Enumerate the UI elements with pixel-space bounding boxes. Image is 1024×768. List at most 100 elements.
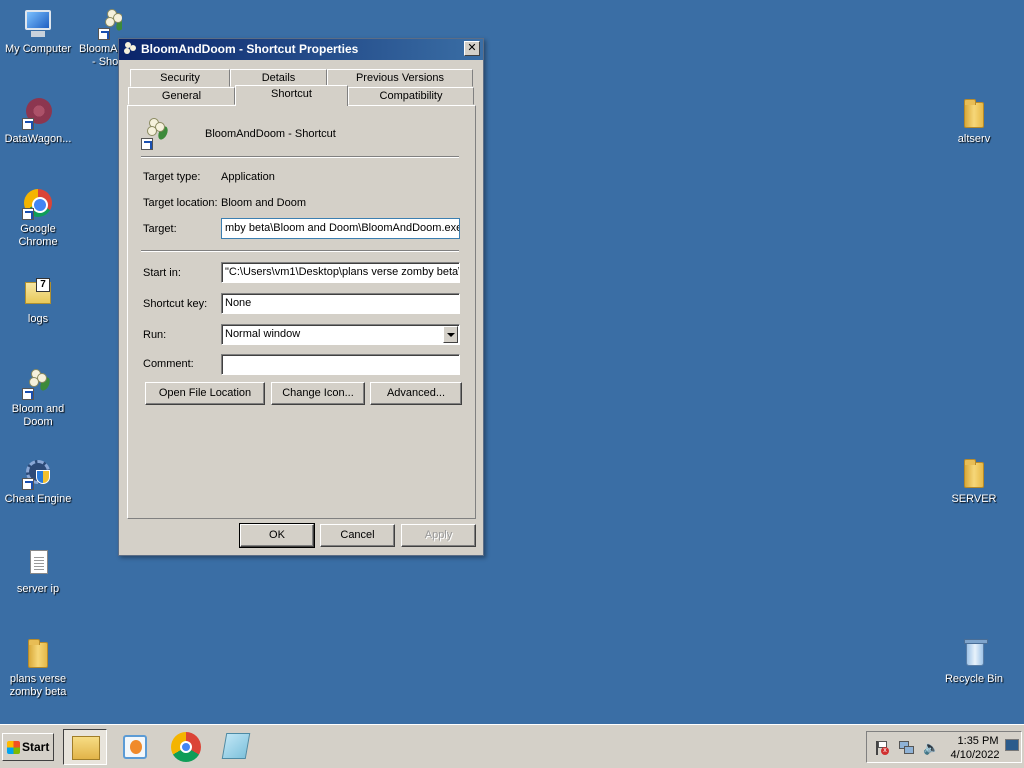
desktop-icon-label: Google Chrome (18, 223, 58, 248)
chrome-icon (22, 188, 54, 220)
desktop-icon-label: altserv (957, 133, 991, 145)
chevron-down-icon[interactable] (443, 326, 458, 343)
action-center-flag-icon[interactable]: x (875, 741, 889, 755)
flower-icon (98, 8, 122, 40)
tab-previous-versions[interactable]: Previous Versions (327, 69, 473, 87)
taskbar: Start x 🔈 1:35 PM 4/10/2022 (0, 724, 1024, 768)
folder-icon (22, 638, 54, 670)
desktop-icon-label: Recycle Bin (944, 673, 1004, 685)
desktop-icon-my-computer[interactable]: My Computer (0, 8, 76, 56)
desktop-icon-bloomandoom-shortcut[interactable]: BloomAn - Sho (78, 8, 122, 69)
start-in-input[interactable]: "C:\Users\vm1\Desktop\plans verse zomby … (221, 262, 460, 283)
target-type-label: Target type: (143, 171, 201, 183)
tab-label: Compatibility (379, 90, 443, 102)
taskbar-file-explorer[interactable] (63, 729, 107, 765)
flower-icon (123, 42, 138, 57)
flower-icon (141, 118, 173, 150)
network-icon[interactable] (899, 741, 915, 755)
system-tray: x 🔈 1:35 PM 4/10/2022 (866, 731, 1022, 763)
show-desktop-icon[interactable] (1005, 739, 1019, 751)
dialog-title: BloomAndDoom - Shortcut Properties (141, 42, 359, 56)
tab-label: Details (261, 72, 296, 84)
run-select[interactable]: Normal window (221, 324, 460, 345)
shortcut-key-label: Shortcut key: (143, 298, 208, 310)
flower-icon (22, 368, 54, 400)
tab-label: Security (160, 72, 200, 84)
desktop-icon-label: Cheat Engine (4, 493, 72, 505)
datawagon-icon (22, 98, 54, 130)
desktop-icon-label: plans verse zomby beta (9, 673, 67, 698)
notepad-icon (221, 733, 251, 759)
cheat-engine-icon (22, 458, 54, 490)
run-select-value: Normal window (225, 328, 301, 340)
desktop-icon-label: BloomAn (79, 43, 122, 55)
tab-compatibility[interactable]: Compatibility (348, 87, 474, 105)
recycle-bin-icon (958, 638, 990, 670)
tab-label: Shortcut (271, 88, 312, 100)
folder-icon (958, 458, 990, 490)
comment-label: Comment: (143, 358, 194, 370)
desktop-icon-label: server ip (16, 583, 60, 595)
desktop-icon-label: My Computer (4, 43, 72, 55)
desktop-icon-label: logs (27, 313, 49, 325)
start-in-label: Start in: (143, 267, 181, 279)
target-input[interactable]: mby beta\Bloom and Doom\BloomAndDoom.exe… (221, 218, 460, 239)
tab-shortcut[interactable]: Shortcut (235, 85, 348, 106)
comment-input[interactable] (221, 354, 460, 375)
media-player-icon (123, 735, 147, 759)
close-icon: ✕ (467, 42, 477, 54)
divider (141, 156, 459, 158)
start-button[interactable]: Start (2, 733, 54, 761)
target-location-label: Target location: (143, 197, 218, 209)
desktop-icon-label: SERVER (951, 493, 997, 505)
folder-icon (958, 98, 990, 130)
computer-icon (22, 8, 54, 40)
desktop-icon-server[interactable]: SERVER (936, 458, 1012, 506)
divider (141, 250, 459, 252)
start-label: Start (22, 740, 50, 754)
taskbar-media-player[interactable] (113, 729, 157, 765)
volume-icon[interactable]: 🔈 (923, 740, 939, 756)
windows-logo-icon (7, 741, 20, 754)
dialog-titlebar[interactable]: BloomAndDoom - Shortcut Properties ✕ (119, 39, 483, 60)
tab-security[interactable]: Security (130, 69, 230, 87)
shortcut-properties-dialog: BloomAndDoom - Shortcut Properties ✕ Sec… (118, 38, 484, 556)
advanced-button[interactable]: Advanced... (370, 382, 462, 405)
file-explorer-icon (72, 736, 100, 760)
tab-label: General (161, 90, 202, 102)
shortcut-key-input[interactable]: None (221, 293, 460, 314)
desktop-icon-server-ip[interactable]: server ip (0, 548, 76, 596)
desktop-icon-label: DataWagon... (4, 133, 72, 145)
desktop-icon-logs[interactable]: 7 logs (0, 278, 76, 326)
desktop-icon-label: Bloom and Doom (11, 403, 65, 428)
shortcut-name: BloomAndDoom - Shortcut (205, 128, 336, 140)
desktop-icon-plans-verse-zomby-beta[interactable]: plans verse zomby beta (0, 638, 76, 699)
shortcut-arrow-icon (141, 138, 153, 150)
close-button[interactable]: ✕ (464, 41, 480, 56)
tab-general[interactable]: General (128, 87, 235, 105)
ok-button[interactable]: OK (239, 523, 315, 548)
desktop-icon-altserv[interactable]: altserv (936, 98, 1012, 146)
desktop-icon-google-chrome[interactable]: Google Chrome (0, 188, 76, 249)
taskbar-notepad[interactable] (214, 729, 258, 765)
desktop-icon-datawagon[interactable]: DataWagon... (0, 98, 76, 146)
run-label: Run: (143, 329, 167, 341)
desktop-icon-cheat-engine[interactable]: Cheat Engine (0, 458, 76, 506)
cancel-button[interactable]: Cancel (320, 524, 395, 547)
target-label: Target: (143, 223, 177, 235)
taskbar-chrome[interactable] (164, 729, 208, 765)
chrome-icon (171, 732, 201, 762)
clock-time[interactable]: 1:35 PM (953, 735, 1003, 747)
desktop-icon-recycle-bin[interactable]: Recycle Bin (936, 638, 1012, 686)
desktop-icon-bloom-and-doom[interactable]: Bloom and Doom (0, 368, 76, 429)
folder-note-icon: 7 (22, 278, 54, 310)
open-file-location-button[interactable]: Open File Location (145, 382, 265, 405)
clock-date[interactable]: 4/10/2022 (947, 749, 1003, 761)
target-location-value: Bloom and Doom (221, 197, 306, 209)
text-document-icon (22, 548, 54, 580)
target-type-value: Application (221, 171, 275, 183)
desktop-icon-label: - Sho (92, 56, 119, 68)
change-icon-button[interactable]: Change Icon... (271, 382, 365, 405)
apply-button[interactable]: Apply (401, 524, 476, 547)
tab-label: Previous Versions (355, 72, 445, 84)
